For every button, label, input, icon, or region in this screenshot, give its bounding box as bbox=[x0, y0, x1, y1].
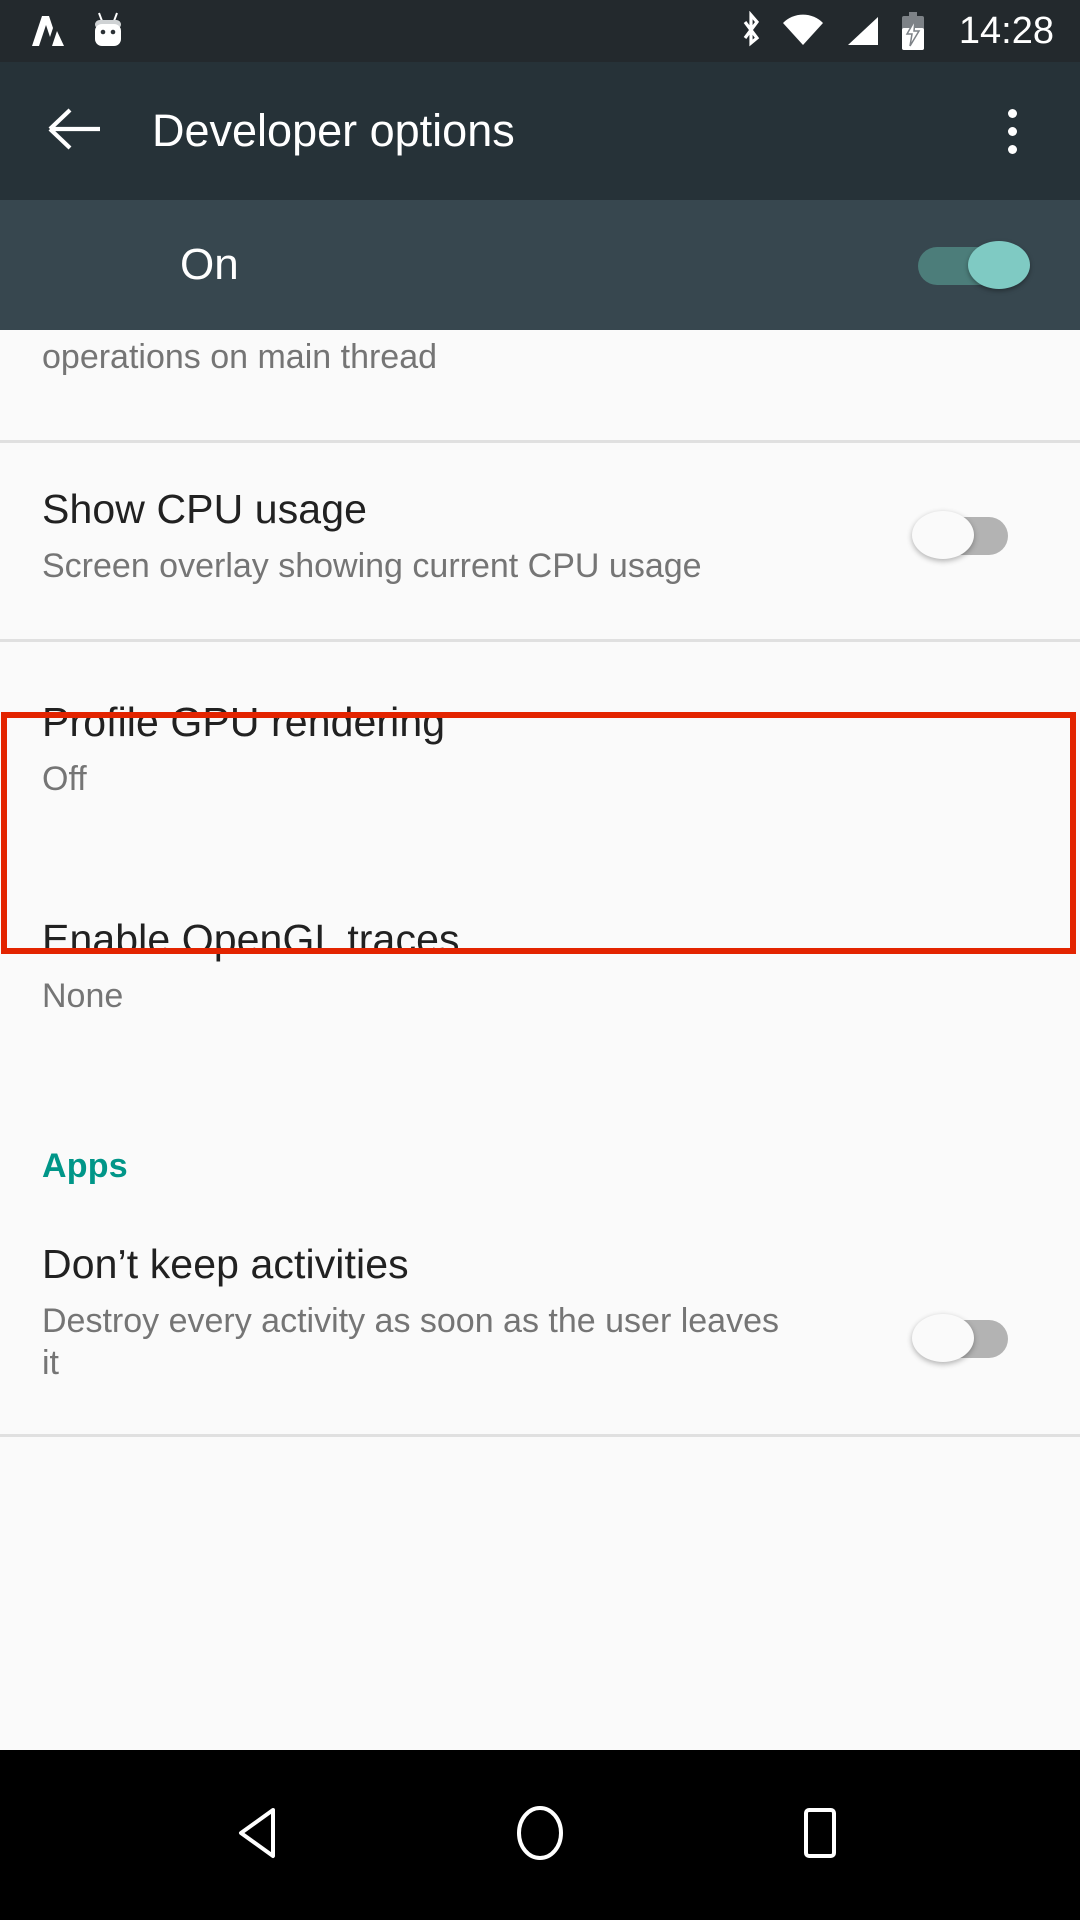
list-item-subtitle: None bbox=[42, 976, 124, 1015]
partial-row-subtitle: operations on main thread bbox=[42, 338, 438, 376]
row-text-block: Profile GPU rendering Off bbox=[0, 702, 1080, 800]
switch-thumb bbox=[912, 511, 974, 559]
list-item-title: Don’t keep activities bbox=[42, 1241, 409, 1288]
nav-home-button[interactable] bbox=[480, 1775, 600, 1895]
list-item-show-cpu-usage[interactable]: Show CPU usage Screen overlay showing cu… bbox=[0, 443, 1080, 639]
partial-row-cropped[interactable]: operations on main thread bbox=[0, 330, 1080, 440]
list-item-title: Profile GPU rendering bbox=[42, 699, 446, 746]
row-text-block: Enable OpenGL traces None bbox=[0, 915, 1080, 1017]
switch-thumb bbox=[968, 241, 1030, 289]
list-item-profile-gpu-rendering[interactable]: Profile GPU rendering Off bbox=[0, 642, 1080, 856]
nav-recents-button[interactable] bbox=[760, 1775, 880, 1895]
triangle-back-icon bbox=[233, 1804, 287, 1867]
list-item-enable-opengl-traces[interactable]: Enable OpenGL traces None bbox=[0, 857, 1080, 1073]
list-item-subtitle: Off bbox=[42, 760, 87, 799]
row-text-block: Show CPU usage Screen overlay showing cu… bbox=[0, 489, 912, 587]
section-header-label: Apps bbox=[42, 1147, 128, 1186]
overflow-dot-icon bbox=[1007, 144, 1017, 154]
row-text-block: Don’t keep activities Destroy every acti… bbox=[0, 1244, 912, 1384]
android-head-icon bbox=[90, 11, 126, 51]
mobizen-m-logo-icon bbox=[28, 12, 68, 50]
master-toggle-label: On bbox=[180, 240, 239, 289]
bluetooth-icon bbox=[738, 11, 764, 51]
navigation-bar bbox=[0, 1750, 1080, 1920]
battery-charging-icon bbox=[899, 10, 927, 52]
overflow-dot-icon bbox=[1007, 126, 1017, 136]
wifi-icon bbox=[781, 11, 825, 51]
list-item-title: Show CPU usage bbox=[42, 486, 368, 532]
overflow-menu-button[interactable] bbox=[982, 93, 1042, 169]
overflow-dot-icon bbox=[1007, 108, 1017, 118]
section-header-apps: Apps bbox=[0, 1073, 1080, 1196]
status-bar: 14:28 bbox=[0, 0, 1080, 62]
master-toggle-switch[interactable] bbox=[918, 241, 1030, 289]
list-item-subtitle: Destroy every activity as soon as the us… bbox=[42, 1302, 779, 1382]
status-bar-notification-icons bbox=[28, 11, 126, 51]
page-title: Developer options bbox=[152, 105, 515, 156]
dont-keep-activities-switch[interactable] bbox=[912, 1314, 1024, 1363]
show-cpu-usage-switch[interactable] bbox=[912, 511, 1024, 559]
status-bar-clock: 14:28 bbox=[958, 10, 1054, 52]
list-item-subtitle: Screen overlay showing current CPU usage bbox=[42, 547, 702, 585]
cellular-signal-icon bbox=[842, 11, 882, 51]
status-bar-system-icons: 14:28 bbox=[738, 10, 1054, 52]
developer-options-master-row[interactable]: On bbox=[0, 200, 1080, 330]
list-item-background-process-limit[interactable]: Background process limit Standard limit bbox=[0, 1437, 1080, 1450]
action-bar: Developer options bbox=[0, 62, 1080, 200]
list-item-title: Enable OpenGL traces bbox=[42, 915, 460, 962]
square-recents-icon bbox=[795, 1804, 845, 1867]
back-button[interactable] bbox=[36, 93, 112, 169]
circle-home-icon bbox=[511, 1802, 569, 1869]
switch-container[interactable] bbox=[912, 1314, 1024, 1363]
android-settings-screen: 14:28 Developer options On operations on… bbox=[0, 0, 1080, 1920]
switch-container[interactable] bbox=[912, 511, 1024, 559]
settings-list[interactable]: operations on main thread Show CPU usage… bbox=[0, 330, 1080, 1450]
nav-back-button[interactable] bbox=[200, 1775, 320, 1895]
arrow-left-icon bbox=[46, 106, 102, 157]
list-item-dont-keep-activities[interactable]: Don’t keep activities Destroy every acti… bbox=[0, 1196, 1080, 1434]
